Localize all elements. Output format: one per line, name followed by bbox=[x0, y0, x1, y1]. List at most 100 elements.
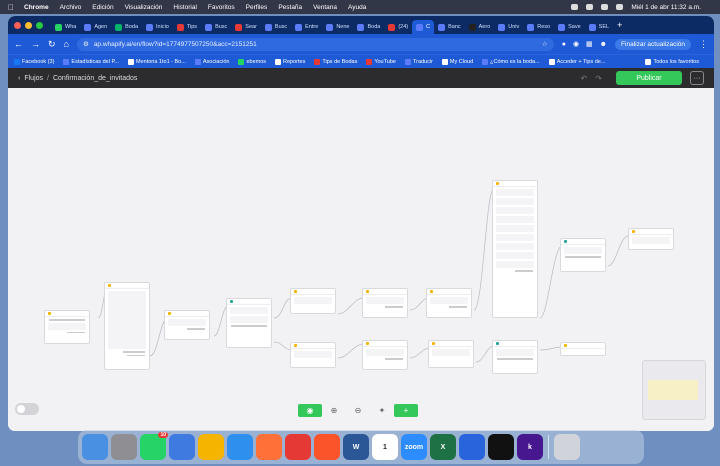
option-item[interactable] bbox=[496, 234, 534, 241]
menu-edicion[interactable]: Edición bbox=[92, 4, 113, 11]
condition-option[interactable] bbox=[230, 307, 268, 314]
condition-node[interactable] bbox=[492, 340, 538, 374]
redo-icon[interactable]: ↷ bbox=[595, 74, 602, 83]
option-item[interactable] bbox=[496, 207, 534, 214]
menu-archivo[interactable]: Archivo bbox=[60, 4, 82, 11]
browser-tab[interactable]: Entre bbox=[291, 20, 322, 34]
bookmark-item[interactable]: Tips de Bodas bbox=[314, 58, 357, 65]
minimize-window-icon[interactable] bbox=[25, 21, 32, 29]
flow-name[interactable]: Confirmación_de_invitados bbox=[53, 75, 137, 82]
option-item[interactable] bbox=[496, 189, 534, 196]
bookmark-item[interactable]: Asociación bbox=[194, 58, 229, 65]
new-tab-icon[interactable]: + bbox=[617, 20, 622, 30]
menu-favoritos[interactable]: Favoritos bbox=[208, 4, 235, 11]
menu-app-name[interactable]: Chrome bbox=[24, 4, 49, 11]
zoom-app-icon[interactable]: zoom bbox=[401, 434, 427, 460]
maximize-window-icon[interactable] bbox=[36, 21, 43, 29]
menu-visualizacion[interactable]: Visualización bbox=[125, 4, 163, 11]
status-icon[interactable] bbox=[571, 4, 579, 10]
add-node-button[interactable]: + bbox=[394, 404, 418, 417]
extension-icon[interactable]: ◉ bbox=[573, 40, 579, 48]
action-box[interactable] bbox=[432, 349, 470, 356]
menu-ayuda[interactable]: Ayuda bbox=[348, 4, 366, 11]
opera-app-icon[interactable] bbox=[285, 434, 311, 460]
bookmark-item[interactable]: ¿Cómo es la boda... bbox=[482, 58, 540, 65]
whatsapp-app-icon[interactable]: 10 bbox=[140, 432, 168, 460]
condition-option[interactable] bbox=[230, 316, 268, 323]
option-item[interactable] bbox=[496, 198, 534, 205]
action-box[interactable] bbox=[294, 351, 332, 358]
browser-tab[interactable]: Univ bbox=[494, 20, 523, 34]
word-app-icon[interactable]: W bbox=[343, 434, 369, 460]
bookmark-item[interactable]: Reportes bbox=[275, 58, 305, 65]
browser-tab[interactable]: Sear bbox=[231, 20, 261, 34]
canvas-mode-toggle[interactable] bbox=[15, 403, 39, 415]
trigger-box[interactable] bbox=[48, 322, 86, 330]
browser-tab[interactable]: Agen bbox=[80, 20, 111, 34]
condition-node[interactable] bbox=[226, 298, 272, 348]
excel-app-icon[interactable]: X bbox=[430, 434, 456, 460]
option-item[interactable] bbox=[496, 243, 534, 250]
action-node[interactable] bbox=[426, 288, 472, 318]
chrome-app-icon[interactable] bbox=[198, 434, 224, 460]
browser-tab[interactable]: Tips bbox=[173, 20, 201, 34]
publish-button[interactable]: Publicar bbox=[616, 71, 682, 85]
bookmark-item[interactable]: ebemos bbox=[238, 58, 266, 65]
start-node[interactable] bbox=[44, 310, 90, 344]
screen-app-icon[interactable] bbox=[459, 434, 485, 460]
firefox-app-icon[interactable] bbox=[256, 434, 282, 460]
condition-node[interactable] bbox=[560, 238, 606, 272]
zoom-in-icon[interactable]: ⊕ bbox=[322, 404, 346, 417]
action-box[interactable] bbox=[168, 319, 206, 326]
action-box[interactable] bbox=[366, 297, 404, 304]
bookmark-item[interactable]: Facebook (3) bbox=[14, 58, 54, 65]
message-text-box[interactable] bbox=[108, 291, 146, 349]
address-bar[interactable]: ⚙ ap.whapify.ai/en/flow?id=1774977507250… bbox=[76, 37, 554, 51]
finder-app-icon[interactable] bbox=[82, 434, 108, 460]
action-node[interactable] bbox=[164, 310, 210, 340]
browser-tab[interactable]: Inicio bbox=[142, 20, 173, 34]
browser-tab[interactable]: Boda bbox=[353, 20, 384, 34]
home-icon[interactable]: ⌂ bbox=[64, 39, 69, 49]
action-box[interactable] bbox=[294, 297, 332, 304]
breadcrumb-root[interactable]: Flujos bbox=[24, 75, 43, 82]
extensions-puzzle-icon[interactable]: ▦ bbox=[586, 40, 593, 48]
extension-icon[interactable]: ● bbox=[562, 41, 566, 48]
back-chevron-icon[interactable]: ‹ bbox=[18, 75, 20, 82]
option-item[interactable] bbox=[496, 261, 534, 268]
action-node[interactable] bbox=[290, 342, 336, 368]
profile-icon[interactable]: ☻ bbox=[600, 41, 607, 48]
site-info-icon[interactable]: ⚙ bbox=[83, 40, 89, 48]
capcut-app-icon[interactable] bbox=[488, 434, 514, 460]
minimap[interactable] bbox=[642, 360, 706, 420]
flow-app-app-icon[interactable] bbox=[169, 434, 195, 460]
browser-tab[interactable]: C bbox=[412, 20, 435, 34]
browser-tab[interactable]: Nene bbox=[322, 20, 353, 34]
bookmark-star-icon[interactable]: ☆ bbox=[542, 40, 548, 48]
kahoot-app-icon[interactable]: k bbox=[517, 434, 543, 460]
more-options-button[interactable]: ··· bbox=[690, 71, 704, 85]
message-node[interactable] bbox=[560, 342, 606, 356]
safari-app-icon[interactable] bbox=[227, 434, 253, 460]
bookmark-item[interactable]: My Cloud bbox=[441, 58, 473, 65]
browser-tab[interactable]: Aero bbox=[465, 20, 495, 34]
action-node[interactable] bbox=[428, 340, 474, 368]
browser-tab[interactable]: SEL bbox=[585, 20, 613, 34]
control-center-icon[interactable] bbox=[616, 4, 624, 10]
undo-icon[interactable]: ↶ bbox=[581, 74, 588, 83]
close-window-icon[interactable] bbox=[14, 21, 21, 29]
wifi-icon[interactable] bbox=[601, 4, 609, 10]
browser-tab[interactable]: Busc bbox=[201, 20, 231, 34]
view-eye-icon[interactable]: ◉ bbox=[298, 404, 322, 417]
reload-icon[interactable]: ↻ bbox=[48, 39, 56, 50]
action-node[interactable] bbox=[362, 340, 408, 370]
option-item[interactable] bbox=[496, 225, 534, 232]
calendar-app-icon[interactable]: 1 bbox=[372, 434, 398, 460]
options-list-node[interactable] bbox=[492, 180, 538, 318]
bookmark-item[interactable]: Mentoria 1to1 - Bo... bbox=[128, 58, 186, 65]
brave-app-icon[interactable] bbox=[314, 434, 340, 460]
browser-tab[interactable]: Boda bbox=[111, 20, 142, 34]
browser-tab[interactable]: Save bbox=[554, 20, 585, 34]
clock[interactable]: Miél 1 de abr 11:32 a.m. bbox=[631, 4, 701, 11]
zoom-out-icon[interactable]: ⊖ bbox=[346, 404, 370, 417]
